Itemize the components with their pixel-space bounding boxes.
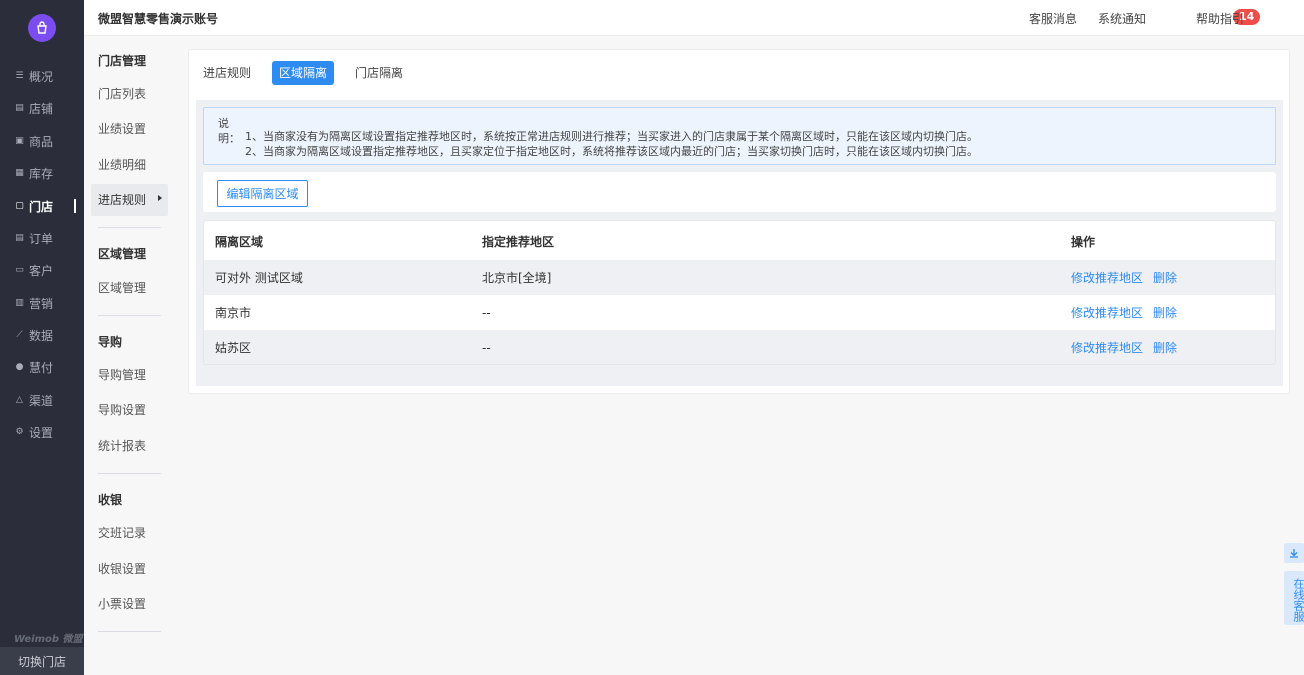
- nav-item-label: 数据: [29, 328, 54, 343]
- cell-area: 姑苏区: [215, 341, 252, 355]
- edit-region-link[interactable]: 修改推荐地区: [1071, 341, 1143, 355]
- nav-item-channel[interactable]: △ 渠道: [0, 388, 84, 412]
- shop-icon: ▤: [15, 103, 24, 113]
- isolation-table: 隔离区域 指定推荐地区 操作 可对外 测试区域 北京市[全境] 修改推荐地区 删除…: [203, 220, 1276, 365]
- divider: [98, 227, 161, 228]
- menu-item-statistics-report[interactable]: 统计报表: [91, 430, 168, 462]
- nav-item-label: 慧付: [29, 360, 54, 375]
- nav-item-data[interactable]: ⟋ 数据: [0, 323, 84, 347]
- customer-service-link[interactable]: 客服消息: [1029, 10, 1077, 27]
- menu-item-cashier-settings[interactable]: 收银设置: [91, 553, 168, 585]
- edit-region-link[interactable]: 修改推荐地区: [1071, 271, 1143, 285]
- menu-item-entry-rules[interactable]: 进店规则: [91, 184, 168, 216]
- pay-icon: ●: [15, 362, 24, 372]
- cell-actions: 修改推荐地区 删除: [1071, 304, 1187, 321]
- nav-item-order[interactable]: ▤ 订单: [0, 226, 84, 250]
- group-cashier: 收银: [98, 493, 123, 507]
- tab-region-isolation[interactable]: 区域隔离: [272, 61, 335, 85]
- cell-actions: 修改推荐地区 删除: [1071, 269, 1187, 286]
- tab-entry-rules[interactable]: 进店规则: [196, 61, 258, 85]
- stock-icon: ▦: [15, 168, 24, 178]
- menu-item-performance-settings[interactable]: 业绩设置: [91, 113, 168, 145]
- nav-item-overview[interactable]: ☰ 概况: [0, 64, 84, 88]
- data-icon: ⟋: [16, 330, 23, 340]
- overview-icon: ☰: [15, 71, 24, 81]
- notice-line-1: 1、当商家没有为隔离区域设置指定推荐地区时，系统按正常进店规则进行推荐；当买家进…: [245, 130, 978, 143]
- divider: [98, 631, 161, 632]
- divider: [98, 315, 161, 316]
- nav-item-label: 概况: [29, 69, 54, 84]
- group-guide: 导购: [98, 335, 123, 349]
- brand-watermark: Weimob 微盟: [14, 634, 83, 645]
- cell-area: 南京市: [215, 306, 252, 320]
- cell-actions: 修改推荐地区 删除: [1071, 339, 1187, 356]
- tab-store-isolation[interactable]: 门店隔离: [348, 61, 410, 85]
- cell-region: 北京市[全境]: [482, 271, 552, 285]
- nav-item-label: 店铺: [29, 101, 54, 116]
- table-row: 南京市 -- 修改推荐地区 删除: [204, 295, 1275, 330]
- app-logo-icon[interactable]: [28, 14, 56, 42]
- store-icon: ▢: [15, 201, 24, 211]
- nav-item-label: 订单: [29, 231, 54, 246]
- header-actions: 操作: [1071, 235, 1096, 249]
- edit-region-link[interactable]: 修改推荐地区: [1071, 306, 1143, 320]
- download-icon[interactable]: [1284, 543, 1304, 563]
- nav-item-pay[interactable]: ● 慧付: [0, 355, 84, 379]
- notice-label: 说明：: [218, 117, 240, 145]
- menu-item-region-management[interactable]: 区域管理: [91, 272, 168, 304]
- nav-item-label: 设置: [29, 425, 54, 440]
- table-row: 可对外 测试区域 北京市[全境] 修改推荐地区 删除: [204, 260, 1275, 295]
- nav-item-store[interactable]: ▢ 门店: [0, 194, 84, 218]
- group-region-management: 区域管理: [98, 247, 147, 261]
- menu-item-performance-detail[interactable]: 业绩明细: [91, 149, 168, 181]
- table-header: 隔离区域 指定推荐地区 操作: [204, 224, 1275, 259]
- settings-icon: ⚙: [15, 427, 24, 437]
- action-bar: [203, 172, 1276, 212]
- cell-region: --: [482, 340, 491, 355]
- menu-item-guide-management[interactable]: 导购管理: [91, 359, 168, 391]
- customer-icon: ▭: [15, 265, 24, 275]
- account-name: 微盟智慧零售演示账号: [98, 12, 219, 26]
- notice-line-2: 2、当商家为隔离区域设置指定推荐地区，且买家定位于指定地区时，系统将推荐该区域内…: [245, 145, 978, 158]
- notice-box: 说明： 1、当商家没有为隔离区域设置指定推荐地区时，系统按正常进店规则进行推荐；…: [203, 107, 1276, 165]
- header-region: 指定推荐地区: [482, 235, 555, 249]
- cell-area: 可对外 测试区域: [215, 271, 303, 285]
- group-store-management: 门店管理: [98, 54, 147, 68]
- main-nav: ☰ 概况 ▤ 店铺 ▣ 商品 ▦ 库存 ▢ 门店 ▤ 订单 ▭ 客户 ▥ 营销 ⟋ 数据 ● 慧付 …: [0, 0, 84, 675]
- online-service-button[interactable]: 在线客服: [1284, 571, 1304, 625]
- menu-item-receipt-settings[interactable]: 小票设置: [91, 588, 168, 620]
- channel-icon: △: [16, 395, 23, 405]
- top-header: 微盟智慧零售演示账号 客服消息 系统通知 14 帮助指引: [84, 0, 1304, 36]
- nav-item-label: 商品: [29, 134, 54, 149]
- nav-item-marketing[interactable]: ▥ 营销: [0, 291, 84, 315]
- cell-region: --: [482, 305, 491, 320]
- edit-isolation-area-button[interactable]: 编辑隔离区域: [217, 180, 308, 207]
- nav-item-stock[interactable]: ▦ 库存: [0, 161, 84, 185]
- menu-item-guide-settings[interactable]: 导购设置: [91, 394, 168, 426]
- nav-item-goods[interactable]: ▣ 商品: [0, 129, 84, 153]
- table-row: 姑苏区 -- 修改推荐地区 删除: [204, 330, 1275, 364]
- nav-item-label: 门店: [29, 199, 54, 214]
- delete-link[interactable]: 删除: [1153, 271, 1177, 285]
- marketing-icon: ▥: [15, 298, 24, 308]
- order-icon: ▤: [15, 233, 24, 243]
- nav-item-customer[interactable]: ▭ 客户: [0, 258, 84, 282]
- delete-link[interactable]: 删除: [1153, 341, 1177, 355]
- menu-item-store-list[interactable]: 门店列表: [91, 78, 168, 110]
- system-notice-link[interactable]: 系统通知: [1098, 10, 1146, 27]
- nav-item-settings[interactable]: ⚙ 设置: [0, 420, 84, 444]
- goods-icon: ▣: [15, 136, 24, 146]
- divider: [98, 473, 161, 474]
- nav-item-label: 渠道: [29, 393, 54, 408]
- nav-item-shop[interactable]: ▤ 店铺: [0, 96, 84, 120]
- switch-store-button[interactable]: 切换门店: [0, 647, 84, 675]
- menu-item-shift-records[interactable]: 交班记录: [91, 517, 168, 549]
- header-area: 隔离区域: [215, 235, 264, 249]
- nav-item-label: 营销: [29, 296, 54, 311]
- nav-item-label: 库存: [29, 166, 54, 181]
- help-guide-link[interactable]: 帮助指引: [1196, 10, 1244, 27]
- secondary-menu: 门店管理 门店列表 业绩设置 业绩明细 进店规则 区域管理 区域管理 导购 导购…: [84, 0, 176, 675]
- nav-item-label: 客户: [29, 263, 54, 278]
- delete-link[interactable]: 删除: [1153, 306, 1177, 320]
